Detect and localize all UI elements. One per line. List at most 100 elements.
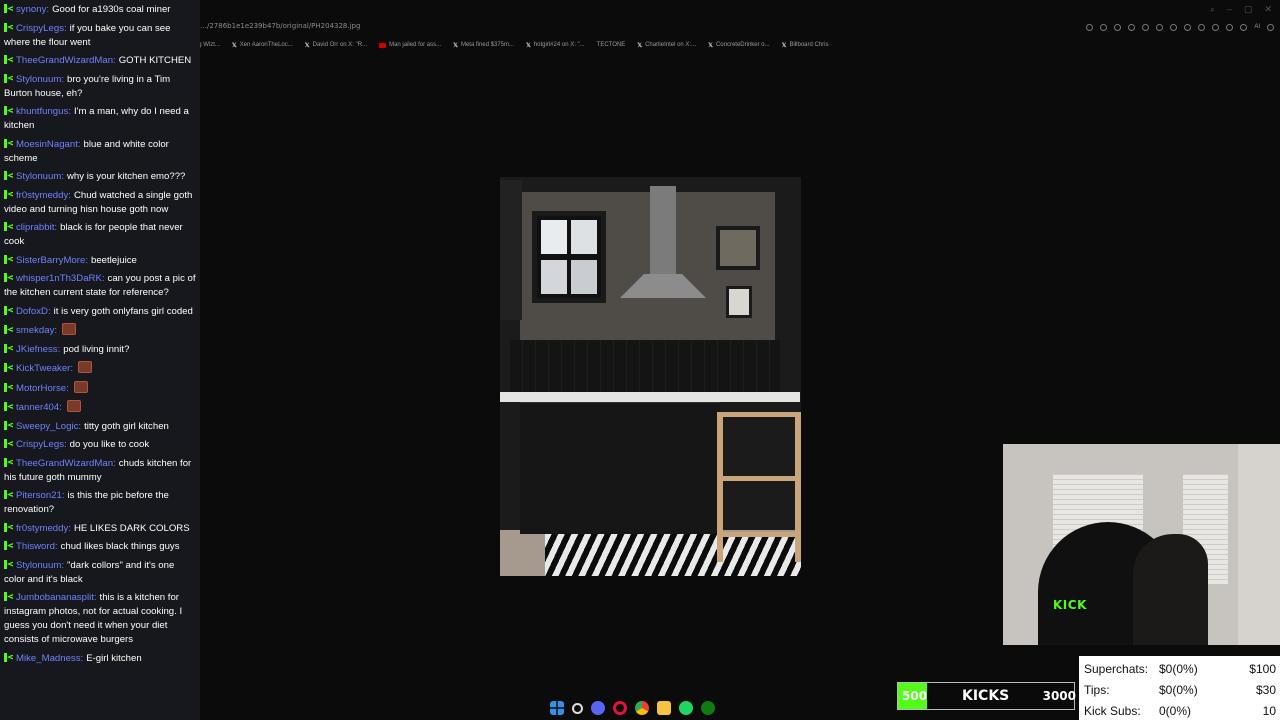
chat-username[interactable]: Mike_Madness — [16, 653, 81, 664]
stat-value: $0(0%) — [1159, 662, 1198, 676]
wallet-icon[interactable] — [1240, 24, 1248, 31]
chat-username[interactable]: synony — [16, 4, 46, 15]
bookmark-item[interactable]: 𝕏hotgirl#24 on X: "... — [526, 40, 585, 50]
chat-message: whisper1nTh3DaRK: can you post a pic of t… — [4, 272, 196, 300]
stat-label: Kick Subs: — [1084, 704, 1141, 718]
bookmark-item[interactable]: 𝕏 ConcreteDrinker o... — [708, 40, 770, 50]
maximize-icon[interactable]: ▢ — [1244, 4, 1253, 15]
stat-value: 0(0%) — [1159, 704, 1192, 718]
ai-button[interactable]: AI — [1254, 24, 1260, 31]
chat-text: titty goth girl kitchen — [84, 420, 169, 432]
chat-message: khuntfungus: I'm a man, why do I need a k… — [4, 105, 196, 133]
menu-icon[interactable] — [1267, 24, 1274, 31]
chat-username[interactable]: fr0stymeddy — [16, 190, 68, 201]
bookmark-item[interactable]: 𝕏 Xen AaronTheLoc... — [232, 40, 293, 50]
chat-message: CrispyLegs: if you bake you can see where… — [4, 22, 196, 50]
chat-separator: : — [85, 254, 88, 266]
kick-badge-icon — [4, 254, 13, 264]
chat-username[interactable]: khuntfungus — [16, 106, 68, 117]
chat-username[interactable]: KickTweaker — [16, 363, 70, 374]
x-logo-icon: 𝕏 — [708, 42, 713, 49]
extension-icon[interactable] — [1114, 24, 1122, 31]
file-explorer-icon[interactable] — [657, 701, 671, 715]
chat-username[interactable]: cliprabbit — [16, 222, 54, 233]
chat-username[interactable]: smekday — [16, 325, 54, 336]
minimize-icon[interactable]: – — [1227, 4, 1232, 15]
chat-username[interactable]: tanner404 — [16, 402, 59, 413]
gear-icon[interactable] — [1212, 24, 1220, 31]
kick-badge-icon — [4, 4, 13, 13]
chat-username[interactable]: Stylonuum — [16, 74, 61, 85]
emote-icon — [62, 323, 77, 335]
chat-text: do you like to cook — [69, 439, 150, 450]
chat-message: tanner404: — [4, 400, 196, 415]
kick-badge-icon — [4, 73, 13, 83]
chat-username[interactable]: CrispyLegs — [16, 439, 64, 450]
speaker-icon[interactable] — [1184, 24, 1192, 31]
close-icon[interactable]: ✕ — [1264, 4, 1272, 15]
chat-username[interactable]: whisper1nTh3DaRK — [16, 273, 102, 284]
play-icon[interactable] — [1156, 24, 1164, 31]
chat-separator: : — [78, 420, 82, 432]
chat-message: MoesinNagant: blue and white color scheme — [4, 138, 196, 166]
kick-badge-icon — [4, 55, 13, 64]
kick-badge-icon — [4, 363, 13, 372]
extension-icon[interactable] — [1086, 24, 1094, 31]
chat-username[interactable]: Thisword — [16, 541, 55, 552]
xbox-icon[interactable] — [701, 701, 715, 715]
stat-label: Tips: — [1084, 683, 1110, 697]
chat-username[interactable]: DofoxD — [16, 306, 48, 317]
extension-icon[interactable] — [1142, 24, 1150, 31]
search-icon[interactable] — [572, 702, 583, 714]
bookmark-item[interactable]: 𝕏 David Orr on X: "R... — [305, 40, 367, 50]
kick-badge-icon — [4, 402, 13, 411]
bookmark-item[interactable]: Man jailed for ass... — [379, 40, 441, 50]
bookmark-item[interactable]: 𝕏 Billboard Chris — [782, 40, 829, 50]
chat-username[interactable]: MotorHorse — [16, 383, 66, 394]
chat-username[interactable]: SisterBarryMore — [16, 255, 85, 266]
chat-separator: : — [64, 439, 67, 450]
bookmark-item[interactable]: 𝕏 Meta fined $375m... — [453, 40, 514, 50]
kick-badge-icon — [4, 652, 13, 662]
chat-username[interactable]: CrispyLegs — [16, 23, 64, 34]
chat-username[interactable]: TheeGrandWizardMan — [16, 55, 113, 66]
bookmark-item[interactable]: TECTONE — [597, 40, 626, 50]
discord-icon[interactable] — [591, 701, 605, 715]
opera-gx-icon[interactable] — [613, 701, 627, 715]
bookmark-item[interactable]: 𝕏 CharlieIntel on X:... — [637, 40, 696, 50]
chrome-icon[interactable] — [635, 701, 649, 715]
chat-username[interactable]: JKiefness — [16, 344, 58, 355]
heart-icon[interactable] — [1170, 24, 1178, 31]
chat-username[interactable]: Stylonuum — [16, 171, 61, 182]
chat-username[interactable]: TheeGrandWizardMan — [16, 458, 113, 469]
photo-wall-art — [726, 286, 752, 318]
extension-icon[interactable] — [1100, 24, 1108, 31]
chat-separator: : — [61, 490, 65, 501]
photo-range-hood — [620, 186, 706, 298]
emote-icon — [78, 361, 93, 373]
spotify-icon[interactable] — [679, 701, 693, 715]
chat-username[interactable]: Jumbobananasplit — [16, 592, 94, 603]
x-logo-icon: 𝕏 — [526, 42, 531, 49]
chat-username[interactable]: fr0stymeddy — [16, 523, 68, 534]
download-icon[interactable] — [1226, 24, 1234, 31]
stat-row: Kick Subs: 0(0%) 10 — [1079, 700, 1280, 720]
windows-icon[interactable] — [550, 701, 564, 715]
extension-icon[interactable] — [1198, 24, 1206, 31]
chat-separator: : — [59, 402, 62, 413]
chat-username[interactable]: MoesinNagant — [16, 139, 78, 150]
chat-username[interactable]: Piterson21 — [16, 490, 62, 501]
address-bar[interactable]: …/2786b1e1e239b47b/original/PH204328.jpg — [200, 22, 360, 30]
kicks-goal-bar: 500 KICKS 3000 — [897, 682, 1076, 710]
chat-separator: : — [61, 559, 64, 571]
window-controls: ⌕ – ▢ ✕ — [1210, 4, 1272, 15]
chat-message: MotorHorse: — [4, 380, 196, 396]
chat-username[interactable]: Stylonuum — [16, 560, 61, 571]
cart-shelf — [723, 476, 795, 481]
stat-row: Tips: $0(0%) $30 — [1079, 679, 1280, 699]
chat-username[interactable]: Sweepy_Logic — [16, 421, 78, 432]
chat-message: Stylonuum: "dark collors" and it's one co… — [4, 559, 196, 587]
kick-badge-icon — [4, 222, 13, 231]
shield-icon[interactable] — [1128, 24, 1136, 31]
search-icon[interactable]: ⌕ — [1210, 4, 1215, 15]
